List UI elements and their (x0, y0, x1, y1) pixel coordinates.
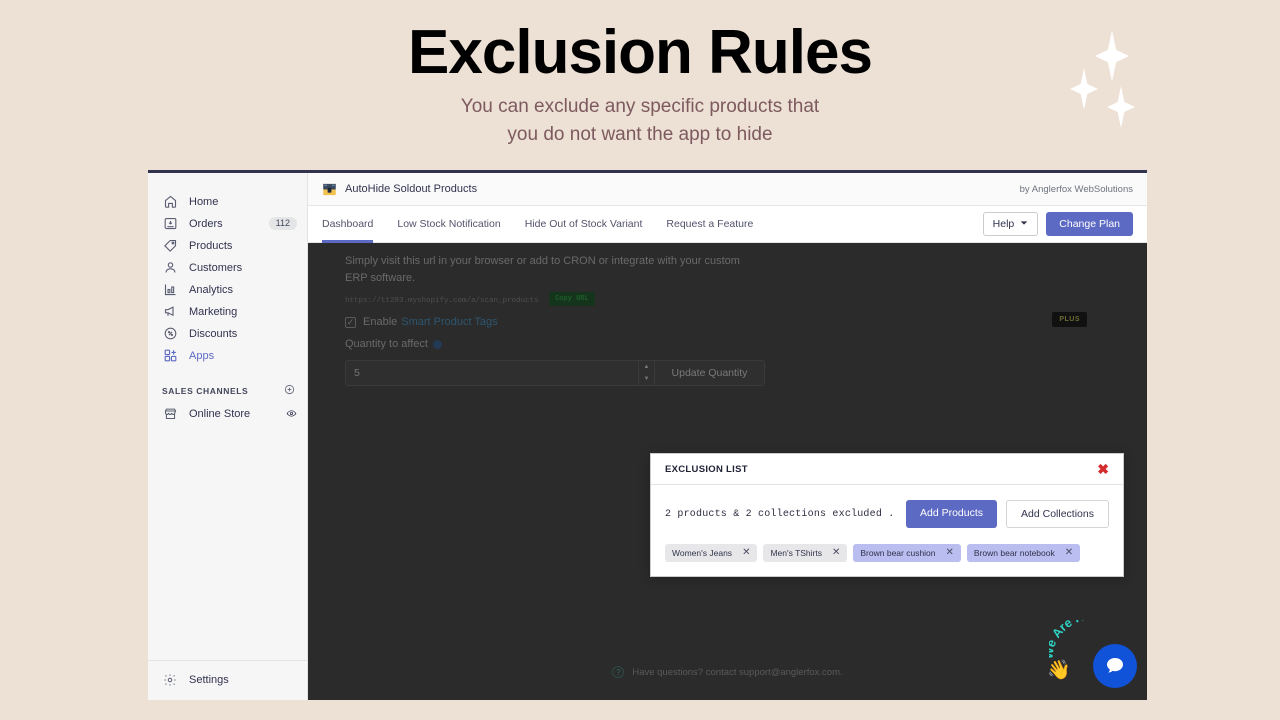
list-item[interactable]: Brown bear notebook ✕ (966, 544, 1081, 562)
chip-label: Brown bear notebook (973, 548, 1055, 558)
modal-action-buttons: Add Products Add Collections (905, 500, 1109, 528)
gear-icon (162, 672, 178, 688)
remove-chip-icon[interactable]: ✕ (742, 548, 750, 558)
close-icon[interactable]: ✖ (1097, 462, 1109, 476)
tab-dashboard[interactable]: Dashboard (322, 206, 374, 243)
app-main-panel: AutoHide Soldout Products by Anglerfox W… (308, 173, 1147, 700)
sidebar-item-analytics[interactable]: Analytics (148, 279, 307, 300)
sidebar-footer: Settings (148, 660, 307, 700)
chevron-down-icon (1020, 218, 1028, 230)
app-vendor: by Anglerfox WebSolutions (1019, 183, 1133, 195)
sidebar-item-label: Discounts (189, 327, 238, 340)
app-screenshot-frame: Home Orders 112 Products Customers Analy… (148, 170, 1147, 700)
topbar-actions: Help Change Plan (982, 212, 1133, 236)
modal-header: EXCLUSION LIST ✖ (651, 454, 1123, 485)
chip-label: Men's TShirts (770, 548, 822, 558)
orders-icon (162, 216, 178, 232)
app-topbar: AutoHide Soldout Products by Anglerfox W… (308, 173, 1147, 206)
orders-count-badge: 112 (268, 217, 297, 230)
sidebar-item-marketing[interactable]: Marketing (148, 301, 307, 322)
sales-channels-header: SALES CHANNELS (148, 384, 307, 397)
sidebar-item-online-store[interactable]: Online Store (148, 403, 307, 424)
change-plan-button[interactable]: Change Plan (1046, 212, 1133, 236)
sparkle-decoration (1062, 20, 1172, 130)
modal-summary-row: 2 products & 2 collections excluded . Ad… (665, 500, 1109, 528)
preview-eye-icon[interactable] (286, 408, 297, 419)
add-channel-icon[interactable] (284, 384, 295, 397)
app-content-dimmed: Simply visit this url in your browser or… (308, 243, 1147, 700)
excluded-items-list: Women's Jeans ✕ Men's TShirts ✕ Brown be… (665, 544, 1109, 562)
app-name: AutoHide Soldout Products (345, 183, 478, 195)
list-item[interactable]: Women's Jeans ✕ (665, 544, 758, 562)
modal-overlay: EXCLUSION LIST ✖ 2 products & 2 collecti… (308, 243, 1147, 700)
exclusion-list-modal: EXCLUSION LIST ✖ 2 products & 2 collecti… (650, 453, 1124, 577)
sidebar-item-products[interactable]: Products (148, 235, 307, 256)
sidebar-item-label: Customers (189, 261, 243, 274)
modal-title: EXCLUSION LIST (665, 463, 748, 475)
sidebar-item-customers[interactable]: Customers (148, 257, 307, 278)
modal-body: 2 products & 2 collections excluded . Ad… (651, 485, 1123, 576)
sidebar-item-label: Online Store (189, 407, 251, 420)
sidebar-item-label: Home (189, 195, 219, 208)
add-collections-button[interactable]: Add Collections (1006, 500, 1109, 528)
sidebar-item-label: Orders (189, 217, 223, 230)
sidebar-item-label: Marketing (189, 305, 238, 318)
sparkle-icon (1107, 86, 1135, 128)
help-button[interactable]: Help (982, 212, 1039, 236)
products-tag-icon (162, 238, 178, 254)
storefront-icon (162, 406, 178, 422)
list-item[interactable]: Men's TShirts ✕ (763, 544, 848, 562)
sidebar-item-apps[interactable]: Apps (148, 345, 307, 366)
tab-low-stock-notification[interactable]: Low Stock Notification (397, 206, 500, 243)
home-icon (162, 194, 178, 210)
chip-label: Women's Jeans (672, 548, 733, 558)
chip-label: Brown bear cushion (860, 548, 936, 558)
sidebar-item-label: Analytics (189, 283, 234, 296)
sparkle-icon (1070, 68, 1098, 110)
sparkle-icon (1095, 30, 1129, 82)
sidebar-item-label: Apps (189, 349, 215, 362)
remove-chip-icon[interactable]: ✕ (1065, 548, 1073, 558)
remove-chip-icon[interactable]: ✕ (832, 548, 840, 558)
app-logo-icon (322, 182, 337, 197)
list-item[interactable]: Brown bear cushion ✕ (853, 544, 961, 562)
remove-chip-icon[interactable]: ✕ (946, 548, 954, 558)
marketing-megaphone-icon (162, 304, 178, 320)
analytics-bar-icon (162, 282, 178, 298)
tab-request-a-feature[interactable]: Request a Feature (666, 206, 753, 243)
help-button-label: Help (992, 218, 1015, 230)
customers-icon (162, 260, 178, 276)
app-tabbar: Dashboard Low Stock Notification Hide Ou… (308, 206, 1147, 243)
sidebar-item-label: Settings (189, 673, 229, 686)
sales-channels-label: SALES CHANNELS (162, 385, 249, 396)
sidebar-item-label: Products (189, 239, 233, 252)
add-products-button[interactable]: Add Products (905, 500, 998, 528)
exclusion-summary-text: 2 products & 2 collections excluded . (665, 508, 895, 520)
tab-hide-out-of-stock-variant[interactable]: Hide Out of Stock Variant (525, 206, 643, 243)
sidebar-item-settings[interactable]: Settings (148, 669, 307, 690)
sidebar: Home Orders 112 Products Customers Analy… (148, 173, 308, 700)
sidebar-item-home[interactable]: Home (148, 191, 307, 212)
sidebar-item-discounts[interactable]: Discounts (148, 323, 307, 344)
apps-grid-icon (162, 348, 178, 364)
discounts-icon (162, 326, 178, 342)
sidebar-item-orders[interactable]: Orders 112 (148, 213, 307, 234)
